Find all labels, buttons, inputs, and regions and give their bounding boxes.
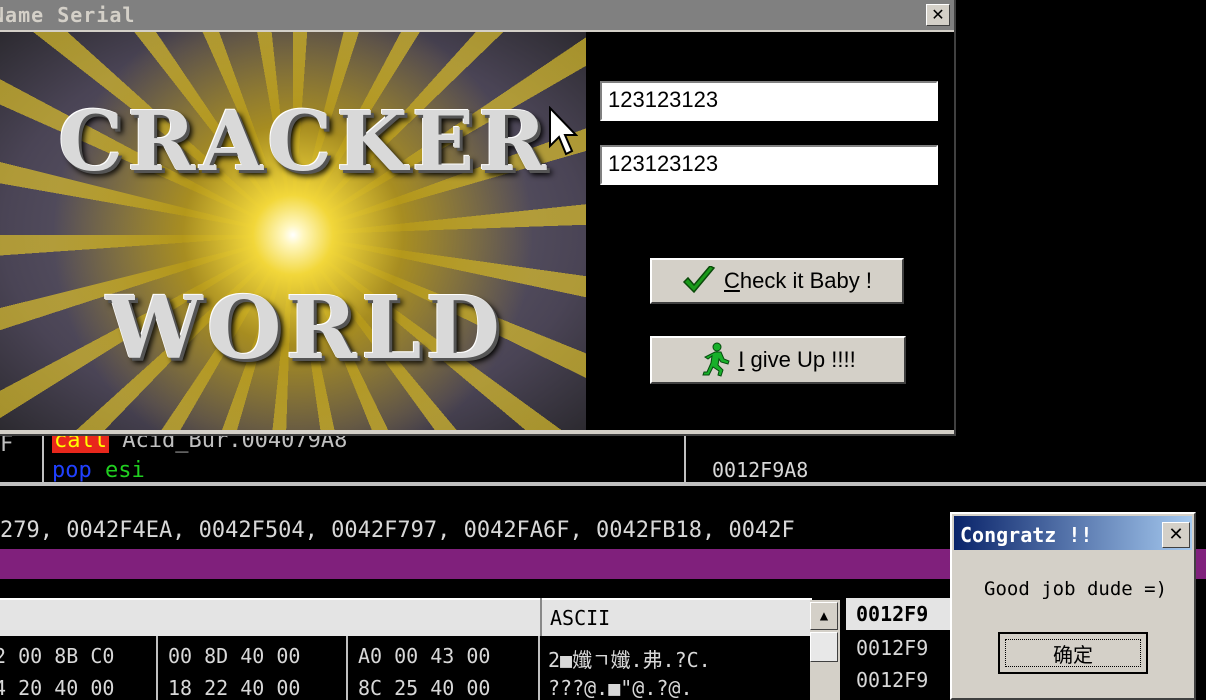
dialog-message: Good job dude =) <box>984 578 1168 600</box>
pane-divider <box>684 430 686 482</box>
cracker-world-logo: CRACKER WORLD <box>0 32 586 430</box>
congratz-dialog: Congratz !! ✕ Good job dude =) 确定 <box>950 512 1196 700</box>
stack-row: 0012F9 <box>856 668 929 692</box>
close-icon: ✕ <box>1168 524 1184 545</box>
ok-button-label: 确定 <box>1053 642 1093 667</box>
scroll-up-button[interactable]: ▲ <box>810 602 838 630</box>
check-button-label: Check it Baby ! <box>724 268 872 294</box>
window-title: Name Serial <box>0 3 136 27</box>
dump-hex-cell: 2 00 8B C0 <box>0 644 115 668</box>
dump-ascii-cell: 2■孅ㄱ孅.弗.?C. <box>548 648 711 672</box>
logo-text-cracker: CRACKER <box>58 94 551 190</box>
dump-column-divider <box>156 636 158 700</box>
stack-address: 0012F9A8 <box>712 458 809 482</box>
name-field[interactable]: 123123123 <box>600 81 938 121</box>
dump-hex-cell: 4 20 40 00 <box>0 676 115 700</box>
disasm-line-pop[interactable]: pop esi <box>52 458 145 483</box>
dump-ascii-cell: ???@.■"@.?@. <box>548 676 693 700</box>
dialog-close-button[interactable]: ✕ <box>1162 522 1190 548</box>
dump-column-divider <box>538 636 540 700</box>
close-icon: ✕ <box>931 5 945 24</box>
ok-button-focus: 确定 <box>1005 639 1141 667</box>
scroll-thumb[interactable] <box>810 632 838 662</box>
stack-row: 0012F9 <box>856 636 929 660</box>
check-button[interactable]: Check it Baby ! <box>650 258 904 304</box>
check-button-text: heck it Baby ! <box>739 268 872 293</box>
running-man-icon <box>702 342 730 377</box>
mouse-cursor-icon <box>549 106 578 156</box>
pop-instruction: pop <box>52 458 92 483</box>
register-esi: esi <box>105 458 145 483</box>
close-button[interactable]: ✕ <box>926 4 950 26</box>
check-button-mnemonic: C <box>724 268 740 293</box>
crackme-window: Name Serial ✕ CRACKER WORLD 123123123 12… <box>0 0 956 436</box>
pane-divider <box>42 430 44 482</box>
give-up-button-label: I give Up !!!! <box>738 347 855 373</box>
give-up-button[interactable]: I give Up !!!! <box>650 336 906 384</box>
window-titlebar[interactable]: Name Serial ✕ <box>0 0 954 30</box>
ok-button[interactable]: 确定 <box>998 632 1148 674</box>
pane-separator[interactable] <box>0 482 1206 486</box>
stack-header[interactable]: 0012F9 <box>846 598 956 630</box>
checkmark-icon <box>682 266 716 294</box>
dump-hex-cell: 18 22 40 00 <box>168 676 301 700</box>
dump-ascii-header[interactable]: ASCII <box>540 598 810 636</box>
dialog-title: Congratz !! <box>960 523 1093 547</box>
dump-hex-cell: 8C 25 40 00 <box>358 676 491 700</box>
dump-hex-cell: 00 8D 40 00 <box>168 644 301 668</box>
dump-column-divider <box>346 636 348 700</box>
dialog-titlebar[interactable]: Congratz !! ✕ <box>954 516 1192 550</box>
info-text: 279, 0042F4EA, 0042F504, 0042F797, 0042F… <box>0 518 795 543</box>
give-up-button-text: give Up !!!! <box>744 347 856 372</box>
serial-field[interactable]: 123123123 <box>600 145 938 185</box>
logo-text-world: WORLD <box>106 278 505 379</box>
dump-hex-cell: A0 00 43 00 <box>358 644 491 668</box>
